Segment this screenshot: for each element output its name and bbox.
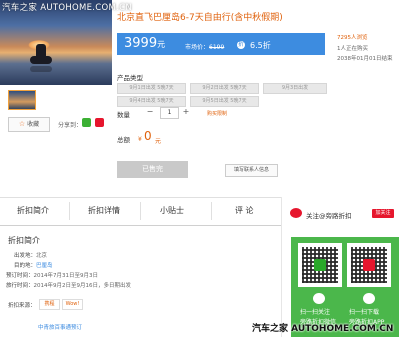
total-unit: 元 (155, 138, 162, 145)
product-type-option[interactable]: 9月3日出发 (263, 83, 327, 94)
sold-out-button[interactable]: 已售完 (117, 161, 188, 178)
weibo-icon (290, 208, 302, 218)
tab-separator (140, 202, 141, 220)
wechat-icon (313, 293, 325, 304)
total-currency: ¥ (138, 136, 142, 143)
product-type-label: 产品类型 (117, 74, 143, 82)
qr-caption: 扫一扫下载 (349, 309, 380, 316)
wechat-share-icon[interactable] (82, 118, 91, 127)
share-label: 分享到： (58, 122, 83, 129)
tab-comments[interactable]: 评 论 (235, 205, 254, 216)
quantity-label: 数量 (117, 111, 130, 119)
tab-separator (211, 202, 212, 220)
tab-tips[interactable]: 小贴士 (160, 205, 184, 216)
column-divider (281, 197, 282, 337)
source-chip[interactable]: 携程 (39, 299, 60, 310)
booking-link[interactable]: 中青旅百事通预订 (38, 323, 82, 331)
star-icon: ☆ (18, 120, 26, 128)
quantity-input[interactable]: 1 (160, 107, 179, 119)
tab-discount-detail[interactable]: 折扣详情 (88, 205, 120, 216)
price: 3999元 (124, 36, 166, 51)
app-qr-code (347, 243, 391, 287)
discount-source-label: 折扣来源： (8, 303, 36, 309)
tab-divider (0, 197, 282, 198)
contact-info-button[interactable]: 填写联系人信息 (225, 164, 278, 177)
departure-row: 出发地：北京 (14, 253, 48, 259)
discount-icon: 折 (237, 41, 245, 49)
total-label: 总额 (117, 136, 130, 144)
watermark-top: 汽车之家 AUTOHOME.COM.CN (2, 3, 133, 13)
tab-divider (0, 225, 282, 226)
source-chip[interactable]: Wow! (62, 299, 83, 310)
destination-link[interactable]: 巴厘岛 (36, 263, 53, 269)
discount-value: 6.5折 (250, 41, 271, 50)
travel-time-row: 旅行时间：2014年9月2日至9月16日，多日期出发 (6, 283, 132, 289)
weibo-share-icon[interactable] (95, 118, 104, 127)
quantity-increase-button[interactable]: + (181, 107, 191, 117)
buyer-count: 1人正在购买 (337, 46, 368, 52)
booking-time-row: 预订时间：2014年7月31日至9月3日 (6, 273, 99, 279)
product-type-option[interactable]: 9月5日出发 5晚7天 (190, 96, 259, 107)
market-price: 市场价：6199 (185, 44, 225, 51)
collect-label: 收藏 (27, 121, 40, 128)
qr-caption: 扫一扫关注 (300, 309, 331, 316)
destination-row: 目的地：巴厘岛 (14, 263, 53, 269)
phone-icon (363, 293, 375, 304)
follow-text: 关注@旁路折扣 (306, 212, 352, 220)
collect-button[interactable]: ☆ 收藏 (8, 117, 50, 132)
product-type-option[interactable]: 9月1日出发 5晚7天 (117, 83, 186, 94)
product-type-option[interactable]: 9月2日出发 5晚7天 (190, 83, 259, 94)
end-date: 2038年01月01日结束 (337, 56, 393, 62)
gallery-thumbnail[interactable] (8, 90, 36, 110)
total-amount: 0 (144, 129, 152, 143)
follow-button[interactable]: 加关注 (372, 209, 394, 218)
watermark-bottom: 汽车之家 AUTOHOME.COM.CN (252, 324, 394, 334)
tab-discount-intro[interactable]: 折扣简介 (17, 205, 49, 216)
section-title: 折扣简介 (8, 236, 40, 245)
wechat-qr-code (298, 243, 342, 287)
view-count: 7295人浏览 (337, 35, 368, 41)
quantity-note: 购买限制 (207, 111, 228, 117)
product-title: 北京直飞巴厘岛6-7天自由行(含中秋假期) (117, 13, 283, 23)
product-type-option[interactable]: 9月4日出发 5晚7天 (117, 96, 186, 107)
tab-separator (69, 202, 70, 220)
quantity-decrease-button[interactable]: − (145, 107, 155, 117)
